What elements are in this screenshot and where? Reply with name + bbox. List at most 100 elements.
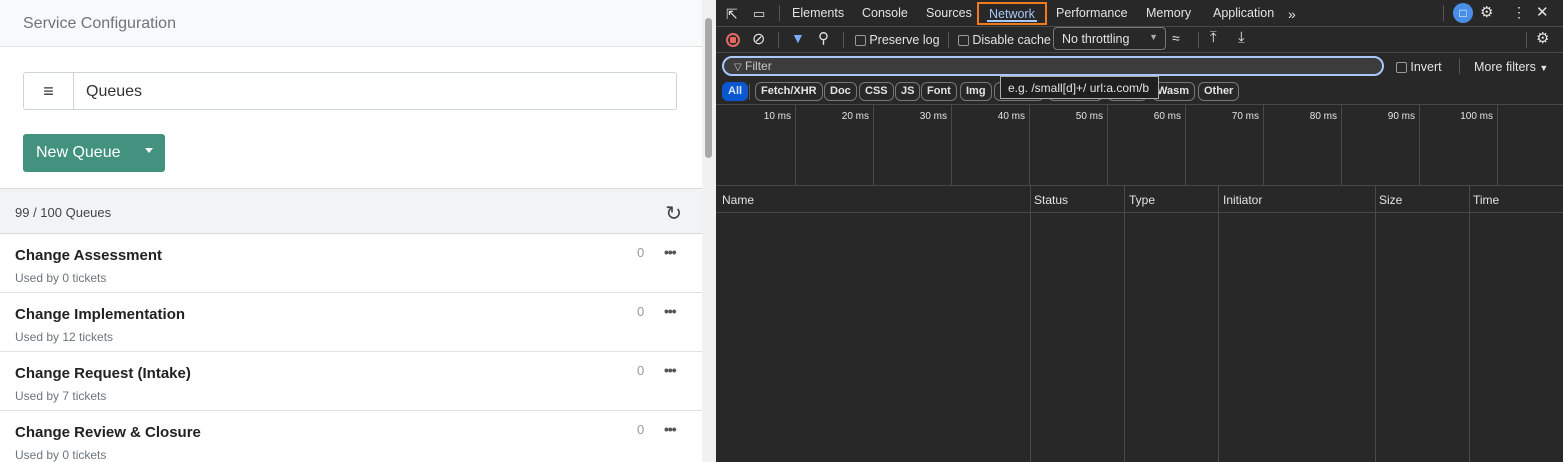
chip-fetch-xhr[interactable]: Fetch/XHR [755, 82, 823, 101]
settings-gear-icon[interactable]: ⚙ [1480, 3, 1493, 21]
timeline-tick-label: 10 ms [763, 111, 791, 122]
service-configuration-panel: Service Configuration ≡ Queues New Queue… [0, 0, 702, 462]
chip-img[interactable]: Img [960, 82, 992, 101]
tab-memory[interactable]: Memory [1146, 6, 1191, 20]
preserve-log-checkbox[interactable]: Preserve log [855, 33, 940, 47]
more-filters-dropdown[interactable]: More filters ▼ [1474, 60, 1548, 74]
clear-icon[interactable]: ⊘ [752, 29, 765, 49]
tab-console[interactable]: Console [862, 6, 908, 20]
queue-name[interactable]: Change Implementation [15, 306, 185, 323]
network-overview-timeline[interactable]: 10 ms 20 ms 30 ms 40 ms 50 ms 60 ms 70 ms 80 ms… [716, 104, 1563, 186]
close-icon[interactable]: ✕ [1536, 3, 1549, 21]
filter-icon[interactable]: ▼ [791, 30, 805, 46]
timeline-tick-label: 90 ms [1387, 111, 1415, 122]
record-stop-icon[interactable] [726, 33, 740, 47]
timeline-tick-label: 50 ms [1075, 111, 1103, 122]
throttling-value: No throttling [1062, 32, 1130, 46]
invert-label: Invert [1410, 60, 1442, 74]
timeline-gridline [1341, 105, 1342, 186]
more-options-icon[interactable]: ••• [664, 421, 677, 437]
queue-name[interactable]: Change Assessment [15, 247, 162, 264]
queue-count: 99 / 100 Queues [15, 205, 112, 220]
timeline-gridline [1419, 105, 1420, 186]
timeline-tick-label: 30 ms [919, 111, 947, 122]
list-item[interactable]: Change Review & Closure Used by 0 ticket… [0, 411, 702, 462]
network-toolbar: ⊘ ▼ ⚲ Preserve log Disable cache No thro… [716, 27, 1563, 53]
chevron-down-icon[interactable] [145, 148, 153, 153]
chip-js[interactable]: JS [895, 82, 921, 101]
network-settings-gear-icon[interactable]: ⚙ [1536, 29, 1549, 47]
timeline-gridline [873, 105, 874, 186]
timeline-gridline [1107, 105, 1108, 186]
list-item[interactable]: Change Assessment Used by 0 tickets 0 ••… [0, 234, 702, 293]
column-time[interactable]: Time [1473, 193, 1499, 207]
queue-usage: Used by 12 tickets [15, 330, 114, 344]
list-item[interactable]: Change Implementation Used by 12 tickets… [0, 293, 702, 352]
tab-sources[interactable]: Sources [926, 6, 972, 20]
column-initiator[interactable]: Initiator [1223, 193, 1262, 207]
page-title: Service Configuration [0, 0, 702, 47]
device-toolbar-icon[interactable]: ▭ [753, 6, 765, 22]
queue-name[interactable]: Change Request (Intake) [15, 365, 191, 382]
queue-count-value: 0 [637, 363, 645, 378]
filter-tooltip: e.g. /small[d]+/ url:a.com/b [1000, 76, 1159, 99]
menu-list-icon[interactable]: ≡ [24, 73, 74, 109]
list-item[interactable]: Change Request (Intake) Used by 7 ticket… [0, 352, 702, 411]
new-queue-label: New Queue [36, 144, 121, 161]
filter-input[interactable]: ▽ Filter [722, 56, 1384, 76]
tab-elements[interactable]: Elements [792, 6, 844, 20]
scrollbar-thumb[interactable] [705, 18, 712, 158]
disable-cache-label: Disable cache [972, 33, 1051, 47]
inspect-element-icon[interactable]: ⇱ [726, 6, 738, 23]
queue-count-value: 0 [637, 245, 645, 260]
column-type[interactable]: Type [1129, 193, 1155, 207]
tab-application[interactable]: Application [1213, 6, 1274, 20]
ai-assistance-icon[interactable]: □ [1453, 3, 1473, 23]
timeline-gridline [951, 105, 952, 186]
filter-placeholder: Filter [745, 59, 772, 73]
queue-usage: Used by 0 tickets [15, 271, 107, 285]
invert-checkbox[interactable]: Invert [1396, 60, 1442, 74]
chip-css[interactable]: CSS [859, 82, 894, 101]
chip-other[interactable]: Other [1198, 82, 1240, 101]
new-queue-button[interactable]: New Queue [23, 134, 165, 172]
devtools-panel: ⇱ ▭ Elements Console Sources Network Per… [716, 0, 1563, 462]
export-har-icon[interactable]: ⤓ [1238, 29, 1245, 46]
more-options-icon[interactable]: ••• [664, 303, 677, 319]
refresh-icon[interactable]: ↻ [665, 201, 682, 226]
dropdown-arrow-icon: ▼ [1539, 63, 1549, 73]
timeline-gridline [1029, 105, 1030, 186]
column-size[interactable]: Size [1379, 193, 1402, 207]
timeline-gridline [1497, 105, 1498, 186]
throttling-select[interactable]: No throttling ▼ [1053, 27, 1166, 50]
preserve-log-label: Preserve log [869, 33, 940, 47]
more-options-icon[interactable]: ••• [664, 244, 677, 260]
tab-network[interactable]: Network [977, 2, 1047, 25]
more-filters-label: More filters [1474, 60, 1536, 74]
queue-name[interactable]: Change Review & Closure [15, 424, 201, 441]
dropdown-arrow-icon: ▼ [1149, 32, 1158, 42]
import-har-icon[interactable]: ⤒ [1210, 29, 1217, 46]
queue-count-bar: 99 / 100 Queues ↻ [0, 188, 702, 234]
queue-usage: Used by 7 tickets [15, 389, 107, 403]
tab-performance[interactable]: Performance [1056, 6, 1128, 20]
devtools-tabbar: ⇱ ▭ Elements Console Sources Network Per… [716, 0, 1563, 27]
timeline-tick-label: 110 [1529, 111, 1563, 122]
queue-search[interactable]: ≡ Queues [23, 72, 677, 110]
requests-table-header: Name Status Type Initiator Size Time [716, 186, 1563, 213]
more-tabs-icon[interactable]: » [1288, 6, 1296, 22]
timeline-tick-label: 40 ms [997, 111, 1025, 122]
column-status[interactable]: Status [1034, 193, 1068, 207]
kebab-menu-icon[interactable]: ⋮ [1512, 4, 1526, 21]
network-conditions-icon[interactable]: ≈ [1172, 30, 1180, 46]
search-icon[interactable]: ⚲ [818, 29, 829, 47]
chip-doc[interactable]: Doc [824, 82, 857, 101]
search-input[interactable]: Queues [74, 73, 154, 109]
column-name[interactable]: Name [722, 193, 754, 207]
timeline-tick-label: 20 ms [841, 111, 869, 122]
chip-font[interactable]: Font [921, 82, 957, 101]
more-options-icon[interactable]: ••• [664, 362, 677, 378]
chip-all[interactable]: All [722, 82, 749, 101]
disable-cache-checkbox[interactable]: Disable cache [958, 33, 1051, 47]
filter-funnel-icon: ▽ [734, 62, 742, 73]
